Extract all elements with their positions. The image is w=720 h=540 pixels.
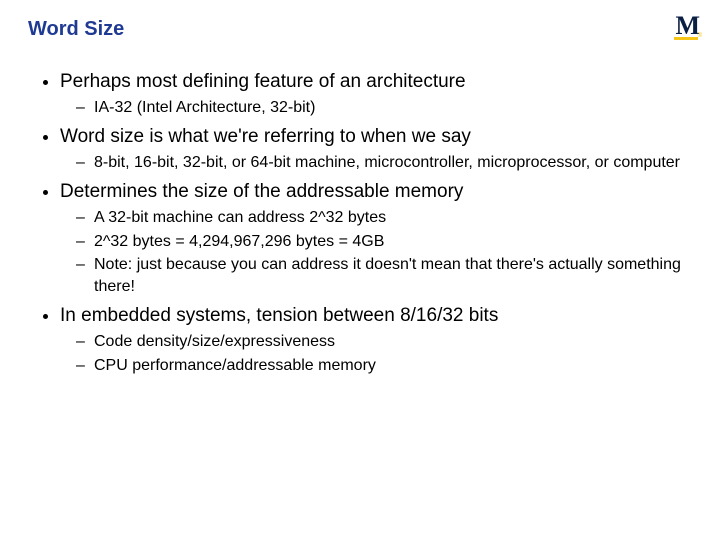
sub-item: IA-32 (Intel Architecture, 32-bit) xyxy=(94,97,692,119)
bullet-item: Determines the size of the addressable m… xyxy=(60,179,692,297)
bullet-text: Determines the size of the addressable m… xyxy=(60,181,463,202)
bullet-text: Perhaps most defining feature of an arch… xyxy=(60,71,466,92)
sub-item: Code density/size/expressiveness xyxy=(94,331,692,353)
logo-block-m: M xyxy=(674,14,698,40)
sub-item: CPU performance/addressable memory xyxy=(94,355,692,377)
sub-list: 8-bit, 16-bit, 32-bit, or 64-bit machine… xyxy=(60,152,692,174)
sub-item: Note: just because you can address it do… xyxy=(94,254,692,297)
sub-item: 8-bit, 16-bit, 32-bit, or 64-bit machine… xyxy=(94,152,692,174)
sub-item: A 32-bit machine can address 2^32 bytes xyxy=(94,207,692,229)
bullet-item: Perhaps most defining feature of an arch… xyxy=(60,69,692,118)
bullet-item: In embedded systems, tension between 8/1… xyxy=(60,303,692,376)
sub-list: Code density/size/expressiveness CPU per… xyxy=(60,331,692,376)
slide-title: Word Size xyxy=(28,18,692,41)
bullet-text: Word size is what we're referring to whe… xyxy=(60,126,471,147)
sub-item: 2^32 bytes = 4,294,967,296 bytes = 4GB xyxy=(94,231,692,253)
sub-list: A 32-bit machine can address 2^32 bytes … xyxy=(60,207,692,297)
bullet-list: Perhaps most defining feature of an arch… xyxy=(28,69,692,376)
bullet-item: Word size is what we're referring to whe… xyxy=(60,124,692,173)
logo-trademark: ® xyxy=(698,33,702,39)
bullet-text: In embedded systems, tension between 8/1… xyxy=(60,305,498,326)
sub-list: IA-32 (Intel Architecture, 32-bit) xyxy=(60,97,692,119)
slide: Word Size M ® Perhaps most defining feat… xyxy=(0,0,720,540)
